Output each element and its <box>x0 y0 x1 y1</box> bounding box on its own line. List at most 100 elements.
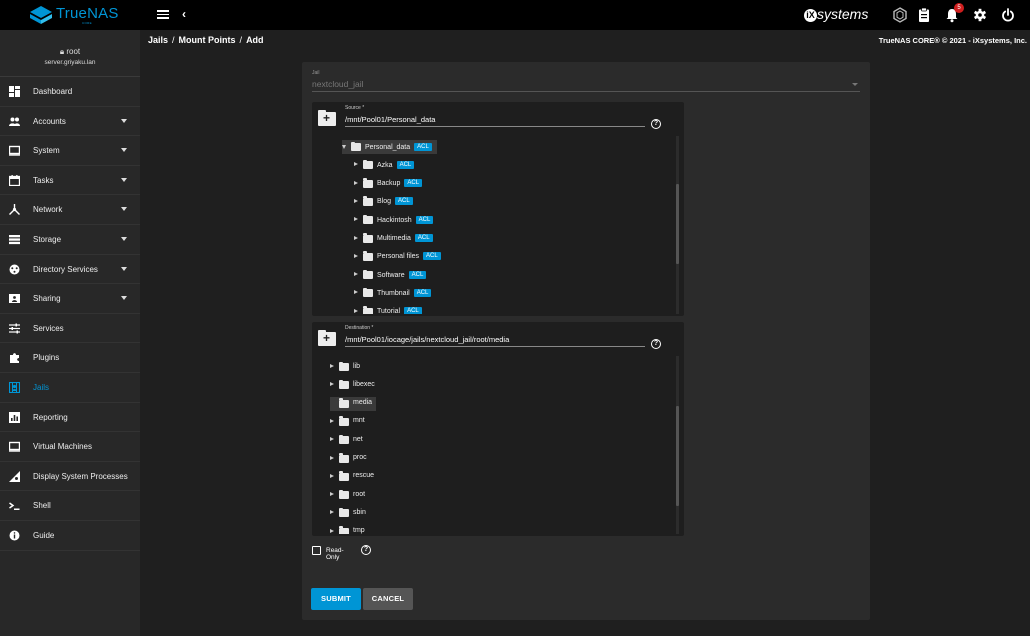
source-path-input[interactable]: /mnt/Pool01/Personal_data <box>345 113 645 127</box>
sidebar-item-guide[interactable]: Guide <box>0 521 140 551</box>
folder-add-icon[interactable] <box>318 110 336 126</box>
chevron-down-icon[interactable] <box>121 118 127 123</box>
tree-item-label: Multimedia ACL <box>377 234 433 242</box>
folder-icon <box>363 269 373 280</box>
acl-badge: ACL <box>414 142 432 151</box>
tree-item[interactable]: Multimedia ACL <box>354 232 474 246</box>
chevron-down-icon[interactable] <box>121 177 127 182</box>
cancel-button[interactable]: CANCEL <box>363 588 413 610</box>
sidebar-item-accounts[interactable]: Accounts <box>0 107 140 137</box>
tree-item[interactable]: Personal files ACL <box>354 250 474 264</box>
tree-item[interactable]: libexec <box>330 378 400 392</box>
gear-icon[interactable] <box>973 7 987 23</box>
tree-item[interactable]: Software ACL <box>354 268 474 282</box>
destination-scroll-thumb[interactable] <box>676 406 679 506</box>
triangle-right-icon[interactable] <box>354 253 358 258</box>
triangle-right-icon[interactable] <box>330 364 334 368</box>
tree-item[interactable]: proc <box>330 452 400 466</box>
help-icon[interactable]: ? <box>361 545 371 555</box>
chevron-down-icon[interactable] <box>121 148 127 153</box>
tree-item[interactable]: Personal_data ACL <box>342 140 437 154</box>
triangle-right-icon[interactable] <box>354 162 358 167</box>
triangle-right-icon[interactable] <box>330 418 334 423</box>
tree-item[interactable]: Thumbnail ACL <box>354 286 474 300</box>
sidebar-item-dashboard[interactable]: Dashboard <box>0 77 140 107</box>
virtual-machines-icon <box>9 441 20 452</box>
sidebar-item-storage[interactable]: Storage <box>0 225 140 255</box>
sidebar-item-jails[interactable]: Jails <box>0 373 140 403</box>
help-icon[interactable]: ? <box>651 339 661 349</box>
ixsystems-logo[interactable]: iX systems <box>804 6 868 22</box>
triangle-right-icon[interactable] <box>330 437 334 442</box>
tree-item[interactable]: Hackintosh ACL <box>354 213 474 227</box>
tree-item[interactable]: media <box>330 396 376 411</box>
triangle-right-icon[interactable] <box>354 235 358 240</box>
sidebar-item-display-system-processes[interactable]: Display System Processes <box>0 462 140 492</box>
sidebar-item-shell[interactable]: Shell <box>0 491 140 521</box>
triangle-right-icon[interactable] <box>330 528 334 533</box>
breadcrumb-jails[interactable]: Jails <box>148 35 168 45</box>
submit-button[interactable]: SUBMIT <box>311 588 361 610</box>
help-icon[interactable]: ? <box>651 119 661 129</box>
triangle-right-icon[interactable] <box>330 510 334 515</box>
menu-toggle-icon[interactable] <box>157 8 169 22</box>
triangle-right-icon[interactable] <box>330 492 334 497</box>
triangle-right-icon[interactable] <box>330 455 334 460</box>
power-icon[interactable] <box>1001 7 1015 23</box>
sidebar-item-sharing[interactable]: Sharing <box>0 284 140 314</box>
truenas-logo[interactable]: TrueNAS CORE <box>30 5 130 25</box>
triangle-down-icon[interactable] <box>342 145 346 149</box>
tree-item[interactable]: net <box>330 433 400 447</box>
triangle-right-icon[interactable] <box>354 272 358 277</box>
main-content: Jail nextcloud_jail Source * /mnt/Pool01… <box>140 52 1030 636</box>
destination-scrollbar[interactable] <box>676 356 679 534</box>
sidebar-item-system[interactable]: System <box>0 136 140 166</box>
sidebar-item-reporting[interactable]: Reporting <box>0 403 140 433</box>
triangle-right-icon[interactable] <box>330 382 334 387</box>
truecommand-icon[interactable] <box>893 7 907 23</box>
tree-item[interactable]: lib <box>330 360 400 374</box>
sidebar-item-tasks[interactable]: Tasks <box>0 166 140 196</box>
destination-label: Destination * <box>345 325 374 331</box>
source-explorer: Source * /mnt/Pool01/Personal_data ? Per… <box>312 102 684 316</box>
triangle-right-icon[interactable] <box>354 308 358 313</box>
readonly-checkbox[interactable] <box>312 546 321 555</box>
chevron-down-icon[interactable] <box>121 207 127 212</box>
tree-item[interactable]: Tutorial ACL <box>354 305 474 314</box>
triangle-right-icon[interactable] <box>330 473 334 478</box>
tree-item-label: Backup ACL <box>377 179 423 188</box>
sidebar-item-plugins[interactable]: Plugins <box>0 343 140 373</box>
source-scroll-thumb[interactable] <box>676 184 679 264</box>
source-scrollbar[interactable] <box>676 136 679 314</box>
chevron-left-icon[interactable]: ‹ <box>182 7 186 21</box>
triangle-right-icon[interactable] <box>354 217 358 222</box>
tree-item[interactable]: root <box>330 488 400 502</box>
tree-item[interactable]: mnt <box>330 415 400 429</box>
sidebar-item-network[interactable]: Network <box>0 195 140 225</box>
folder-add-icon[interactable] <box>318 330 336 346</box>
tree-item[interactable]: sbin <box>330 506 400 520</box>
tree-item[interactable]: Azka ACL <box>354 158 474 172</box>
readonly-label[interactable]: Read-Only <box>326 547 344 561</box>
chevron-down-icon[interactable] <box>121 296 127 301</box>
destination-path-input[interactable]: /mnt/Pool01/iocage/jails/nextcloud_jail/… <box>345 333 645 347</box>
jail-select[interactable]: Jail nextcloud_jail <box>312 70 860 92</box>
sidebar-item-virtual-machines[interactable]: Virtual Machines <box>0 432 140 462</box>
sidebar-item-directory-services[interactable]: Directory Services <box>0 255 140 285</box>
triangle-right-icon[interactable] <box>354 290 358 295</box>
chevron-down-icon[interactable] <box>121 236 127 241</box>
tree-item[interactable]: Blog ACL <box>354 195 474 209</box>
tree-item[interactable]: Backup ACL <box>354 177 474 191</box>
clipboard-icon[interactable] <box>917 7 931 23</box>
tree-item[interactable]: rescue <box>330 470 400 484</box>
tasks-icon <box>9 174 20 186</box>
mount-point-form: Jail nextcloud_jail Source * /mnt/Pool01… <box>302 62 870 620</box>
sidebar-item-services[interactable]: Services <box>0 314 140 344</box>
tree-item[interactable]: tmp <box>330 525 400 534</box>
triangle-right-icon[interactable] <box>354 198 358 203</box>
tree-item-label: Azka ACL <box>377 160 415 169</box>
chevron-down-icon[interactable] <box>121 266 127 271</box>
tree-item-label: libexec <box>353 380 375 388</box>
breadcrumb-mount-points[interactable]: Mount Points <box>179 35 236 45</box>
triangle-right-icon[interactable] <box>354 180 358 185</box>
